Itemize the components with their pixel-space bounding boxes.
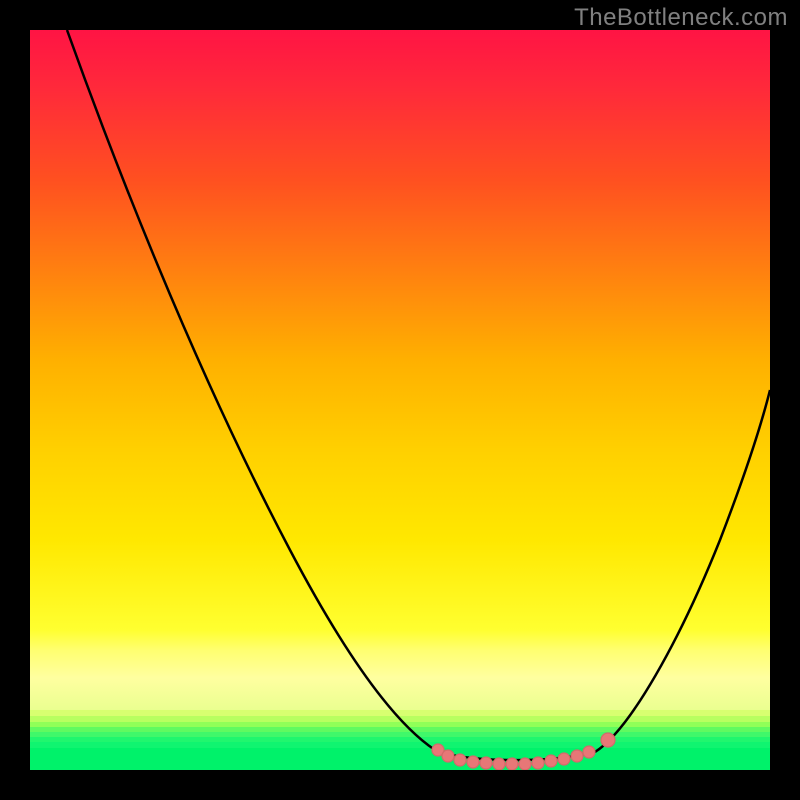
optimal-marker [454,754,466,766]
optimal-marker [506,758,518,770]
plot-area [30,30,770,770]
optimal-marker [442,750,454,762]
optimal-marker [519,758,531,770]
optimal-marker [601,733,615,747]
optimal-marker-group [432,733,615,770]
optimal-marker [558,753,570,765]
optimal-marker [583,746,595,758]
watermark-text: TheBottleneck.com [574,4,788,32]
curve-left-branch [67,30,435,750]
optimal-marker [467,756,479,768]
curve-layer [30,30,770,770]
optimal-marker [571,750,583,762]
optimal-marker [545,755,557,767]
chart-frame: TheBottleneck.com [0,0,800,800]
optimal-marker [480,757,492,769]
optimal-marker [493,758,505,770]
curve-right-branch [595,390,770,752]
optimal-marker [532,757,544,769]
